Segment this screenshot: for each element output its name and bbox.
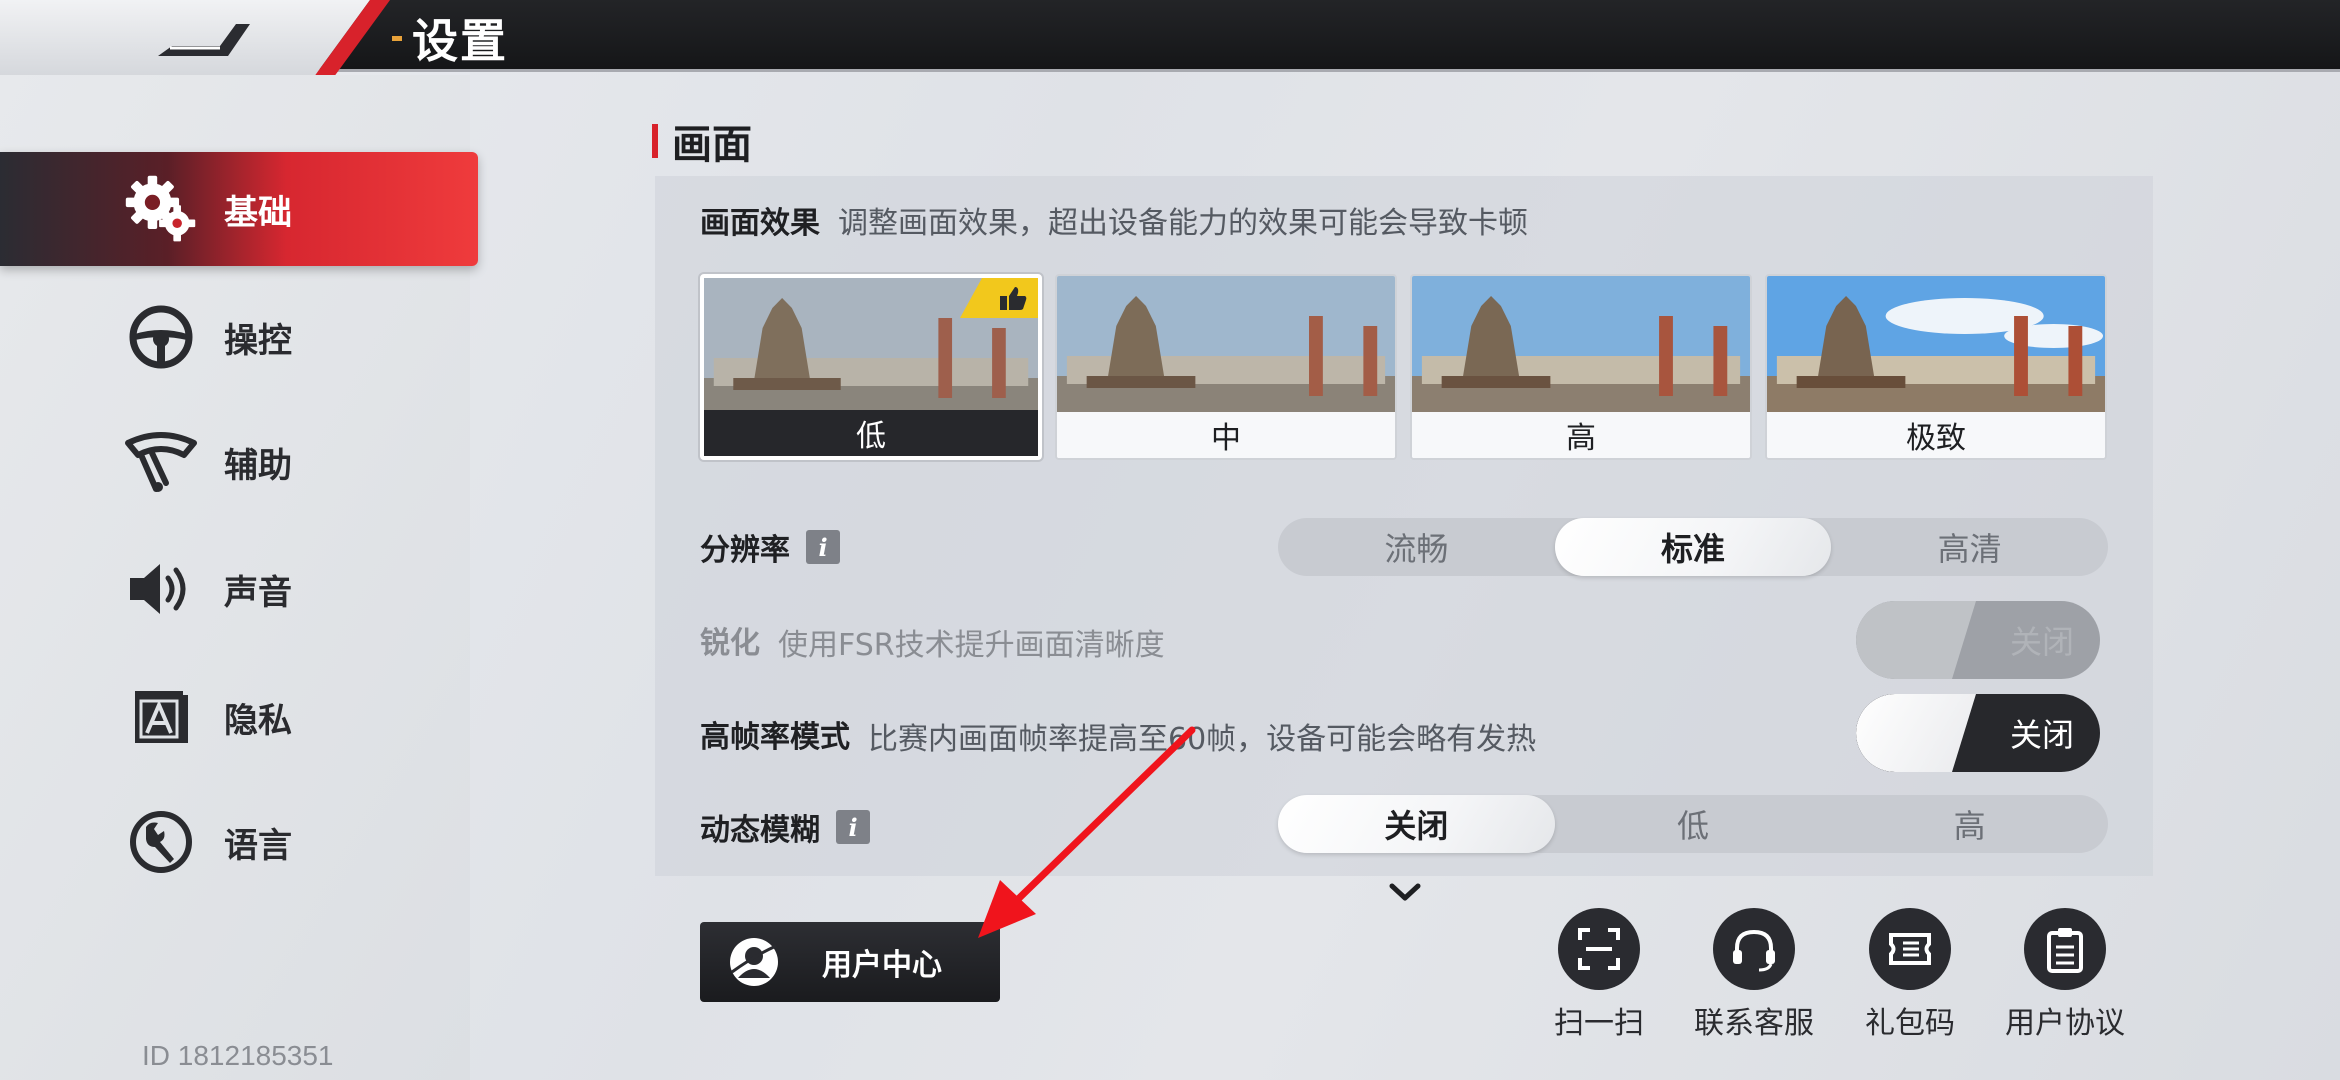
- page-title-text: 设置: [412, 14, 508, 68]
- sidebar-item-label: 辅助: [224, 445, 292, 486]
- user-center-button[interactable]: 用户中心: [700, 922, 1000, 1002]
- steering-wheel-icon: [122, 298, 200, 376]
- hfr-toggle[interactable]: 关闭: [1856, 694, 2100, 772]
- speaker-icon: [122, 550, 200, 628]
- chevron-down-icon[interactable]: [1388, 880, 1422, 904]
- effect-title: 画面效果: [700, 206, 820, 241]
- quality-option-medium[interactable]: 中: [1055, 274, 1397, 460]
- sidebar-item-label: 操控: [224, 320, 292, 361]
- gift-code-label: 礼包码: [1865, 1006, 1955, 1041]
- info-icon[interactable]: i: [836, 810, 870, 844]
- thumbs-up-icon: [1000, 287, 1027, 310]
- gears-icon: [122, 170, 200, 248]
- quality-option-label: 低: [704, 410, 1038, 456]
- contact-support-button[interactable]: 联系客服: [1679, 908, 1829, 1042]
- page-title: 设置: [392, 8, 508, 68]
- sharpen-description: 使用FSR技术提升画面清晰度: [778, 628, 1165, 663]
- quality-option-label: 极致: [1767, 412, 2105, 458]
- quality-option-low[interactable]: 低: [700, 274, 1042, 460]
- section-title-bar: [652, 124, 658, 158]
- sidebar-item-label: 语言: [224, 825, 292, 866]
- gift-code-icon: [1869, 908, 1951, 990]
- section-title: 画面: [652, 112, 752, 170]
- motion-blur-option-low[interactable]: 低: [1555, 795, 1832, 853]
- quality-preview-image: [1412, 276, 1750, 416]
- hfr-description: 比赛内画面帧率提高至60帧，设备可能会略有发热: [868, 722, 1537, 757]
- quality-option-ultra[interactable]: 极致: [1765, 274, 2107, 460]
- sidebar-item-assist[interactable]: 辅助: [0, 405, 478, 519]
- scan-button[interactable]: 扫一扫: [1524, 908, 1674, 1042]
- sidebar-item-label: 隐私: [224, 700, 292, 741]
- user-center-label: 用户中心: [822, 948, 942, 983]
- info-icon[interactable]: i: [806, 530, 840, 564]
- sharpen-label-text: 锐化: [700, 626, 760, 661]
- sharpen-label: 锐化: [700, 618, 760, 662]
- wrench-circle-icon: [122, 803, 200, 881]
- motion-blur-label-text: 动态模糊: [700, 813, 820, 848]
- quality-option-label: 高: [1412, 412, 1750, 458]
- wiper-icon: [122, 423, 200, 501]
- contact-support-label: 联系客服: [1694, 1006, 1814, 1041]
- quality-option-label: 中: [1057, 412, 1395, 458]
- resolution-option-smooth[interactable]: 流畅: [1278, 518, 1555, 576]
- motion-blur-option-high[interactable]: 高: [1831, 795, 2108, 853]
- effect-header: 画面效果 调整画面效果，超出设备能力的效果可能会导致卡顿: [700, 198, 1528, 242]
- quality-preview-image: [1057, 276, 1395, 416]
- resolution-label-text: 分辨率: [700, 533, 790, 568]
- gift-code-button[interactable]: 礼包码: [1835, 908, 1985, 1042]
- sidebar-item-privacy[interactable]: 隐私: [0, 660, 478, 774]
- quality-option-high[interactable]: 高: [1410, 274, 1752, 460]
- user-agreement-label: 用户协议: [2005, 1006, 2125, 1041]
- motion-blur-label: 动态模糊 i: [700, 805, 870, 849]
- back-arrow-icon: [158, 24, 250, 56]
- user-id: ID 1812185351: [142, 1040, 334, 1071]
- resolution-label: 分辨率 i: [700, 525, 840, 569]
- scan-label: 扫一扫: [1554, 1006, 1644, 1041]
- resolution-selector: 流畅 标准 高清: [1278, 518, 2108, 576]
- resolution-option-standard[interactable]: 标准: [1554, 518, 1832, 576]
- sidebar-item-language[interactable]: 语言: [0, 785, 478, 899]
- privacy-a-icon: [122, 678, 200, 756]
- hfr-label: 高帧率模式: [700, 712, 850, 756]
- sidebar-item-basic[interactable]: 基础: [0, 152, 478, 266]
- section-title-text: 画面: [672, 122, 752, 168]
- headset-icon: [1713, 908, 1795, 990]
- user-agreement-button[interactable]: 用户协议: [1990, 908, 2140, 1042]
- quality-preview-image: [1767, 276, 2105, 416]
- sidebar-item-label: 基础: [224, 192, 292, 233]
- scan-icon: [1558, 908, 1640, 990]
- effect-description: 调整画面效果，超出设备能力的效果可能会导致卡顿: [838, 206, 1528, 241]
- sidebar-item-control[interactable]: 操控: [0, 280, 478, 394]
- motion-blur-option-off[interactable]: 关闭: [1278, 795, 1555, 853]
- hfr-label-text: 高帧率模式: [700, 720, 850, 755]
- sidebar-item-sound[interactable]: 声音: [0, 532, 478, 646]
- user-avatar-icon: [730, 938, 778, 986]
- clipboard-icon: [2024, 908, 2106, 990]
- sidebar-item-label: 声音: [224, 572, 292, 613]
- resolution-option-hd[interactable]: 高清: [1831, 518, 2108, 576]
- sharpen-toggle[interactable]: 关闭: [1856, 601, 2100, 679]
- title-dash: [392, 35, 402, 41]
- motion-blur-selector: 关闭 低 高: [1278, 795, 2108, 853]
